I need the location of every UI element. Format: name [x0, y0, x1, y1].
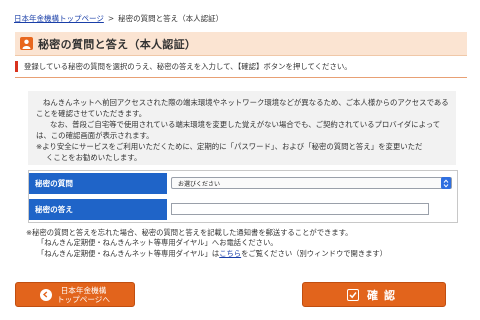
- select-arrows-icon[interactable]: [441, 177, 451, 189]
- top-page-button-label: 日本年金機構 トップページへ: [57, 286, 110, 304]
- back-arrow-icon: [39, 288, 52, 301]
- answer-input[interactable]: [171, 203, 429, 215]
- auth-form: 秘密の質問 お選びください 秘密の答え: [28, 170, 458, 223]
- forgot-note-line-2: 「ねんきん定期便・ねんきんネット等専用ダイヤル」へお電話ください。: [37, 238, 278, 248]
- question-label: 秘密の質問: [29, 173, 167, 194]
- answer-cell: [167, 199, 457, 220]
- divider: [15, 77, 467, 78]
- question-cell: お選びください: [167, 173, 457, 194]
- forgot-note-line-3-before: 「ねんきん定期便・ねんきんネット等専用ダイヤル」は: [37, 248, 220, 258]
- notice-paragraph-1: ねんきんネットへ前回アクセスされた際の端末環境やネットワーク環境などが異なるため…: [36, 98, 449, 118]
- question-select[interactable]: お選びください: [171, 177, 452, 189]
- person-icon: [20, 37, 33, 50]
- confirm-button[interactable]: 確認: [302, 282, 446, 307]
- page-title-bar: 秘密の質問と答え（本人認証）: [15, 32, 467, 56]
- breadcrumb: 日本年金機構トップページ > 秘密の質問と答え（本人認証）: [14, 13, 223, 24]
- question-select-value: お選びください: [178, 180, 221, 188]
- dial-info-link[interactable]: こちら: [219, 249, 241, 258]
- breadcrumb-home-link[interactable]: 日本年金機構トップページ: [14, 14, 104, 23]
- confirm-button-label: 確認: [367, 288, 401, 302]
- instruction: 登録している秘密の質問を選択のうえ、秘密の答えを入力して、【確認】ボタンを押して…: [15, 61, 467, 72]
- forgot-note-line-3-after: をご覧ください（別ウィンドウで開きます）: [241, 248, 388, 258]
- checkbox-check-icon: [347, 288, 359, 301]
- answer-row: 秘密の答え: [29, 199, 457, 220]
- forgot-note: ※秘密の質問と答えを忘れた場合、秘密の質問と答えを記載した通知書を郵送することが…: [26, 228, 456, 259]
- instruction-marker: [15, 61, 18, 72]
- question-row: 秘密の質問 お選びください: [29, 173, 457, 194]
- notice-paragraph-3-line-1: ※より安全にサービスをご利用いただくために、定期的に「パスワード」、および「秘密…: [36, 142, 423, 151]
- answer-label: 秘密の答え: [29, 199, 167, 220]
- forgot-note-line-1: ※秘密の質問と答えを忘れた場合、秘密の質問と答えを記載した通知書を郵送することが…: [26, 228, 353, 237]
- notice-paragraph-3-line-2: くことをお勧めいたします。: [46, 152, 142, 162]
- page-title: 秘密の質問と答え（本人認証）: [38, 37, 197, 51]
- top-page-button[interactable]: 日本年金機構 トップページへ: [15, 282, 135, 307]
- top-page-button-line-2: トップページへ: [56, 294, 110, 304]
- forgot-note-line-3: 「ねんきん定期便・ねんきんネット等専用ダイヤル」はこちらをご覧ください（別ウィン…: [26, 249, 456, 259]
- notice-paragraph-3: ※より安全にサービスをご利用いただくために、定期的に「パスワード」、および「秘密…: [36, 142, 451, 163]
- notice-box: ねんきんネットへ前回アクセスされた際の端末環境やネットワーク環境などが異なるため…: [28, 91, 456, 165]
- top-page-button-line-1: 日本年金機構: [60, 285, 107, 295]
- instruction-text: 登録している秘密の質問を選択のうえ、秘密の答えを入力して、【確認】ボタンを押して…: [24, 62, 352, 71]
- breadcrumb-current: 秘密の質問と答え（本人認証）: [118, 14, 224, 23]
- notice-paragraph-2: なお、普段ご自宅等で使用されている端末環境を変更した覚えがない場合でも、ご契約さ…: [36, 120, 441, 140]
- breadcrumb-separator: >: [107, 14, 115, 23]
